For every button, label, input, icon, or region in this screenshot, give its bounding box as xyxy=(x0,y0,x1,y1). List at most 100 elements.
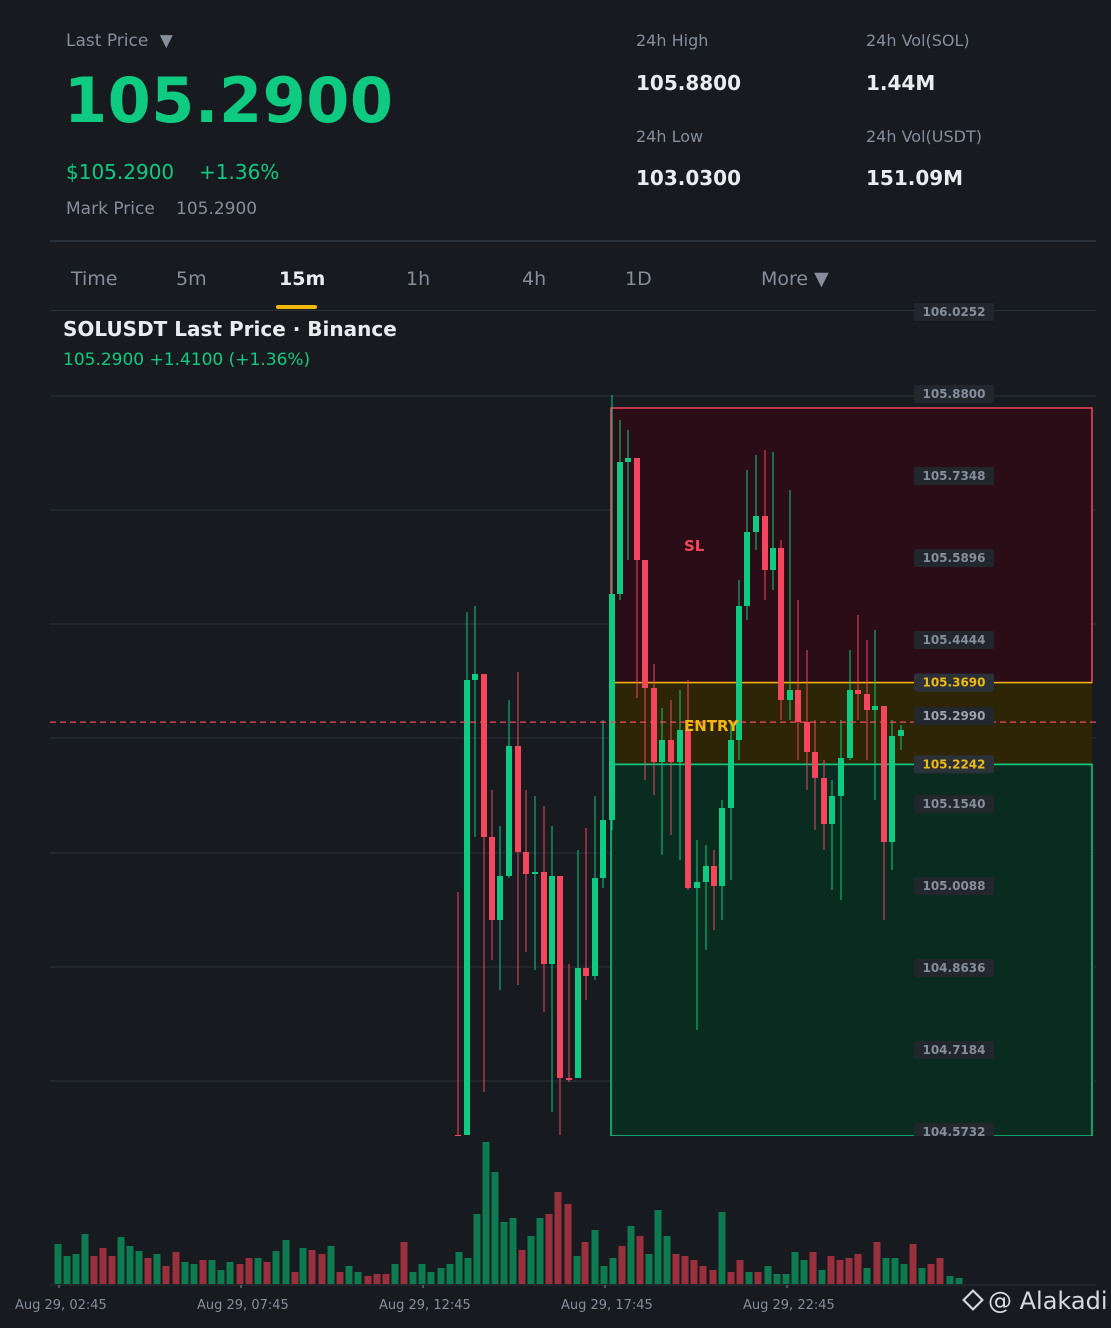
volume-bar xyxy=(455,1252,463,1284)
candle-body xyxy=(838,758,844,796)
volume-bar xyxy=(90,1256,98,1284)
stop-loss-price-tag: 105.3690 xyxy=(922,676,985,690)
volume-bar xyxy=(699,1266,707,1284)
candle-body xyxy=(728,740,734,808)
volume-bar xyxy=(108,1256,116,1284)
volume-bar xyxy=(536,1218,544,1284)
take-profit-zone xyxy=(610,763,1093,1136)
volume-bar xyxy=(900,1264,908,1284)
volume-bar xyxy=(291,1272,299,1284)
watermark: @ Alakadi xyxy=(962,1287,1108,1315)
volume-bar xyxy=(364,1276,372,1284)
volume-bar xyxy=(863,1268,871,1284)
candle-body xyxy=(497,876,503,920)
volume-bar xyxy=(854,1254,862,1284)
volume-bar xyxy=(818,1270,826,1284)
volume-bar xyxy=(208,1260,216,1284)
vol-usdt-value: 151.09M xyxy=(866,166,964,190)
volume-bar xyxy=(299,1248,307,1284)
volume-bar xyxy=(909,1244,917,1284)
candle-body xyxy=(889,736,895,842)
candle-body xyxy=(711,866,717,886)
tab-15m[interactable]: 15m xyxy=(279,268,325,290)
candle-body xyxy=(864,694,870,710)
candle-body xyxy=(770,548,776,570)
candle-body xyxy=(464,680,470,1135)
volume-bar xyxy=(63,1256,71,1284)
volume-bar xyxy=(773,1274,781,1284)
volume-bar xyxy=(764,1266,772,1284)
volume-bar xyxy=(500,1222,508,1284)
price-axis-label: 104.8636 xyxy=(922,961,985,975)
volume-bar xyxy=(400,1242,408,1284)
binance-logo-icon xyxy=(962,1289,984,1311)
volume-bar xyxy=(473,1214,481,1284)
mark-price-label: Mark Price xyxy=(66,199,155,219)
volume-bar xyxy=(272,1251,280,1284)
price-axis-label: 105.7348 xyxy=(922,469,985,483)
usd-price: $105.2900 xyxy=(66,160,175,184)
volume-bar xyxy=(373,1274,381,1284)
volume-bar xyxy=(345,1266,353,1284)
tab-1d[interactable]: 1D xyxy=(625,268,652,290)
volume-bar xyxy=(509,1218,517,1284)
percent-change: +1.36% xyxy=(199,160,280,184)
volume-bar xyxy=(845,1258,853,1284)
volume-bar xyxy=(918,1268,926,1284)
volume-bar xyxy=(336,1272,344,1284)
candle-body xyxy=(532,872,538,874)
volume-bar xyxy=(809,1252,817,1284)
volume-bar xyxy=(609,1258,617,1284)
tab-5m[interactable]: 5m xyxy=(176,268,207,290)
candle-body xyxy=(795,690,801,722)
candle-body xyxy=(685,730,691,888)
position-zones xyxy=(610,407,1093,1136)
volume-bar xyxy=(245,1258,253,1284)
volume-bar xyxy=(446,1264,454,1284)
candle-body xyxy=(600,820,606,878)
volume-bar xyxy=(636,1236,644,1284)
volume-bar xyxy=(754,1272,762,1284)
volume-bar xyxy=(727,1272,735,1284)
tab-more[interactable]: More ▼ xyxy=(761,268,829,290)
volume-bar xyxy=(226,1262,234,1284)
vol-sol-value: 1.44M xyxy=(866,71,936,95)
volume-bar xyxy=(382,1274,390,1284)
tab-time[interactable]: Time xyxy=(71,268,118,290)
volume-bar xyxy=(327,1246,335,1284)
high-24h-label: 24h High xyxy=(636,31,709,50)
candle-body xyxy=(523,852,529,874)
volume-bar xyxy=(663,1236,671,1284)
price-axis-label: 104.5732 xyxy=(922,1125,985,1136)
candle-body xyxy=(575,968,581,1078)
candle-body xyxy=(489,837,495,920)
volume-bar xyxy=(254,1258,262,1284)
header-divider xyxy=(50,240,1096,242)
entry-label: ENTRY xyxy=(684,717,740,735)
volume-bar xyxy=(518,1250,526,1284)
volume-bar xyxy=(54,1244,62,1284)
candlestick-chart[interactable]: 106.0252 105.8800 105.7348 105.5896 105.4444… xyxy=(0,300,1111,1136)
tab-1h[interactable]: 1h xyxy=(406,268,430,290)
candle-body xyxy=(744,532,750,606)
last-price-label: Last Price xyxy=(66,31,149,51)
high-24h-value: 105.8800 xyxy=(636,71,742,95)
candle-body xyxy=(592,878,598,976)
volume-bar xyxy=(681,1256,689,1284)
volume-bar xyxy=(199,1260,207,1284)
candle-body xyxy=(651,688,657,762)
volume-bar xyxy=(263,1262,271,1284)
volume-bar xyxy=(573,1256,581,1284)
tab-4h[interactable]: 4h xyxy=(522,268,546,290)
candle-body xyxy=(694,882,700,888)
volume-bar xyxy=(882,1258,890,1284)
chart-title: SOLUSDT Last Price · Binance xyxy=(63,317,397,341)
volume-bar xyxy=(126,1246,134,1284)
volume-bar xyxy=(936,1258,944,1284)
candle-body xyxy=(642,560,648,688)
last-price-dropdown[interactable]: Last Price ▼ xyxy=(66,31,173,51)
volume-bar xyxy=(409,1272,417,1284)
candle-body xyxy=(677,730,683,762)
time-label: Aug 29, 12:45 xyxy=(379,1298,471,1313)
candle-body xyxy=(566,1078,572,1080)
